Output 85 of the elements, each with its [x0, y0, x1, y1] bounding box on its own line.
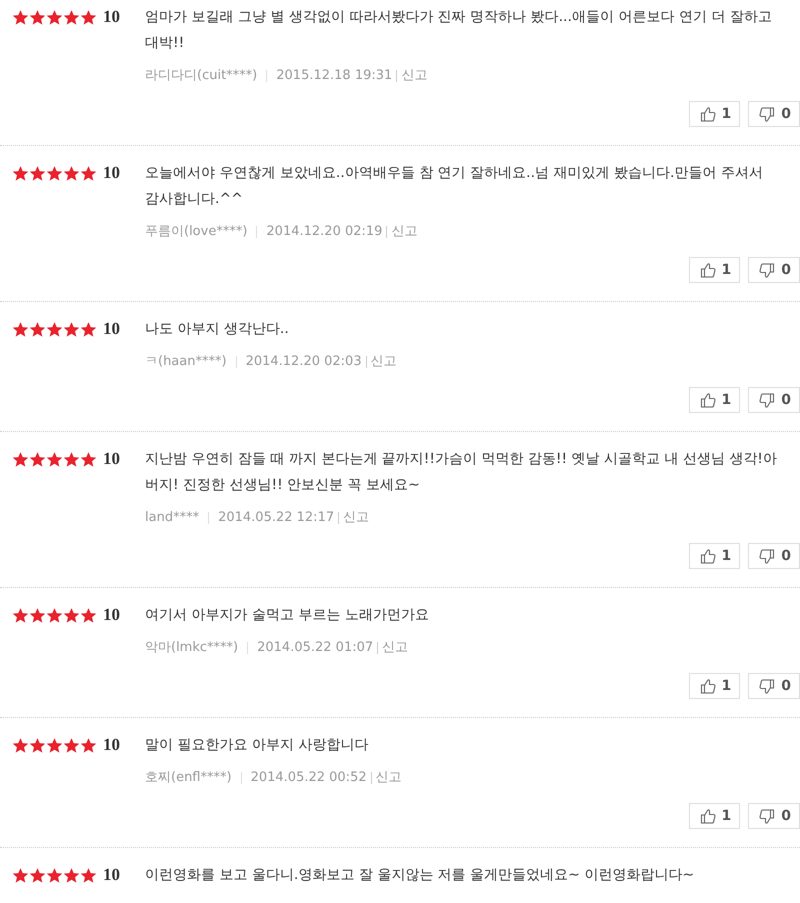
rating-score: 10 — [103, 162, 120, 184]
rating-score: 10 — [103, 734, 120, 756]
star-icon — [80, 164, 97, 182]
star-icon — [80, 606, 97, 624]
star-icon — [29, 8, 46, 26]
author-name: 호찌(enfl****) — [145, 769, 232, 787]
review-date: 2014.12.20 02:19 — [266, 223, 382, 241]
like-button[interactable]: 1 — [688, 803, 740, 829]
thumbs-down-icon — [759, 392, 776, 408]
author-name: 악마(lmkc****) — [145, 639, 238, 657]
like-button[interactable]: 1 — [688, 101, 740, 127]
star-icon — [80, 736, 97, 754]
star-icon — [63, 736, 80, 754]
review-text: 엄마가 보길래 그냥 별 생각없이 따라서봤다가 진짜 명작하나 봤다...애들이 어른보다 연기 더 잘하고 대박!! — [145, 8, 773, 53]
star-icon — [46, 450, 63, 468]
dislike-button[interactable]: 0 — [748, 101, 800, 127]
thumbs-up-icon — [700, 262, 716, 278]
thumbs-down-icon — [759, 106, 776, 122]
review-text: 지난밤 우연히 잠들 때 까지 본다는게 끝까지!!가슴이 먹먹한 감동!! 옛날 시골학교 내 선생님 생각!아버지! 진정한 선생님!! 안보신분 꼭 보세요~ — [145, 450, 778, 495]
star-icon — [46, 606, 63, 624]
author-name: land**** — [145, 509, 200, 527]
star-icon — [12, 450, 29, 468]
dislike-button[interactable]: 0 — [748, 803, 800, 829]
star-icon — [46, 8, 63, 26]
star-icon — [29, 450, 46, 468]
star-icon — [63, 866, 80, 884]
rating-score: 10 — [103, 448, 120, 470]
review-text: 이런영화를 보고 울다니.영화보고 잘 울지않는 저를 울게만들었네요~ 이런영화랍니다~ — [145, 866, 696, 885]
rating-score: 10 — [103, 604, 120, 626]
like-button[interactable]: 1 — [688, 543, 740, 569]
dislike-button[interactable]: 0 — [748, 387, 800, 413]
star-icon — [29, 164, 46, 182]
star-icon — [63, 450, 80, 468]
star-icon — [29, 866, 46, 884]
review-text: 오늘에서야 우연찮게 보았네요..아역배우들 참 연기 잘하네요..넘 재미있게 봤습니다.만들어 주셔서 감사합니다.^^ — [145, 164, 764, 209]
thumbs-up-icon — [700, 678, 716, 694]
star-icon — [80, 866, 97, 884]
star-icon — [46, 866, 63, 884]
star-icon — [46, 164, 63, 182]
review-date: 2014.12.20 02:03 — [246, 353, 362, 371]
thumbs-down-icon — [759, 808, 776, 824]
star-icon — [80, 450, 97, 468]
like-button[interactable]: 1 — [688, 673, 740, 699]
dislike-button[interactable]: 0 — [748, 673, 800, 699]
star-icon — [80, 8, 97, 26]
review-date: 2014.05.22 00:52 — [250, 769, 367, 787]
star-icon — [46, 736, 63, 754]
star-icon — [46, 320, 63, 338]
star-icon — [29, 320, 46, 338]
review-date: 2014.05.22 12:17 — [218, 509, 334, 527]
like-button[interactable]: 1 — [688, 387, 740, 413]
star-icon — [80, 320, 97, 338]
thumbs-down-icon — [759, 678, 776, 694]
rating-score: 10 — [103, 6, 120, 28]
thumbs-up-icon — [700, 106, 716, 122]
review-date: 2014.05.22 01:07 — [257, 639, 374, 657]
star-icon — [12, 8, 29, 26]
thumbs-down-icon — [759, 548, 776, 564]
author-name: ㅋ(haan****) — [145, 353, 227, 371]
star-icon — [63, 606, 80, 624]
like-button[interactable]: 1 — [688, 257, 740, 283]
star-icon — [12, 736, 29, 754]
thumbs-up-icon — [700, 548, 716, 564]
author-name: 라디다디(cuit****) — [145, 67, 258, 85]
author-name: 푸름이(love****) — [145, 223, 248, 241]
star-icon — [12, 320, 29, 338]
thumbs-down-icon — [759, 262, 776, 278]
rating-score: 10 — [103, 318, 120, 340]
star-icon — [12, 606, 29, 624]
dislike-button[interactable]: 0 — [748, 257, 800, 283]
rating-score: 10 — [103, 864, 120, 886]
star-icon — [63, 8, 80, 26]
review-text: 말이 필요한가요 아부지 사랑합니다 — [145, 736, 370, 755]
review-text: 여기서 아부지가 술먹고 부르는 노래가먼가요 — [145, 606, 430, 625]
star-icon — [12, 866, 29, 884]
star-icon — [63, 320, 80, 338]
thumbs-up-icon — [700, 808, 716, 824]
review-date: 2015.12.18 19:31 — [276, 67, 392, 85]
star-icon — [29, 606, 46, 624]
dislike-button[interactable]: 0 — [748, 543, 800, 569]
star-icon — [63, 164, 80, 182]
review-text: 나도 아부지 생각난다.. — [145, 320, 290, 339]
star-icon — [29, 736, 46, 754]
thumbs-up-icon — [700, 392, 716, 408]
star-icon — [12, 164, 29, 182]
